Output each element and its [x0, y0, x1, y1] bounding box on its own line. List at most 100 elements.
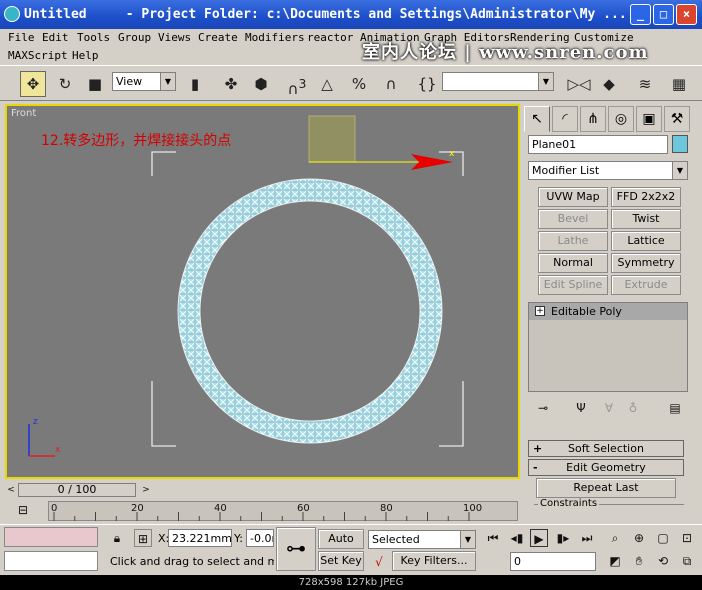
percent-snap-icon[interactable]: % — [346, 71, 372, 97]
menu-create[interactable]: Create — [198, 31, 238, 44]
modify-tab-icon[interactable]: ◜ — [552, 106, 578, 132]
gizmo-plane-handle[interactable] — [308, 115, 356, 163]
menu-edit[interactable]: Edit — [42, 31, 69, 44]
modifier-button-extrude[interactable]: Extrude — [611, 275, 681, 295]
pin-stack-icon[interactable]: ⊸ — [534, 399, 552, 417]
zoom-extents-all-icon[interactable]: ⊡ — [678, 529, 696, 547]
menu-group[interactable]: Group — [118, 31, 151, 44]
lock-selection-icon[interactable]: 🔒︎ — [108, 529, 126, 547]
maximize-viewport-icon[interactable]: ⧉ — [678, 552, 696, 570]
mirror-icon[interactable]: ▷◁ — [566, 71, 592, 97]
zoom-all-icon[interactable]: ⊕ — [630, 529, 648, 547]
maxscript-input[interactable] — [4, 551, 98, 571]
constraints-group: Constraints — [534, 498, 684, 520]
select-manipulate-icon[interactable]: ✤ — [218, 71, 244, 97]
edit-named-selection-icon[interactable]: {} — [414, 71, 440, 97]
y-coord-field[interactable]: -0.0m — [246, 529, 274, 547]
edit-geometry-rollout[interactable]: - Edit Geometry — [528, 459, 684, 476]
pan-icon[interactable]: ✋︎ — [630, 552, 648, 570]
prompt-line: Click and drag to select and move o — [110, 555, 274, 568]
pivot-center-icon[interactable]: ▮ — [182, 71, 208, 97]
align-icon[interactable]: ◆ — [596, 71, 622, 97]
menu-views[interactable]: Views — [158, 31, 191, 44]
track-tick-label: 100 — [463, 503, 482, 514]
arc-rotate-icon[interactable]: ⟲ — [654, 552, 672, 570]
current-frame-field[interactable]: 0 — [510, 552, 596, 571]
close-button[interactable]: × — [676, 4, 697, 25]
modifier-button-bevel[interactable]: Bevel — [538, 209, 608, 229]
field-of-view-icon[interactable]: ◩ — [606, 552, 624, 570]
make-unique-icon[interactable]: ∀ — [600, 399, 618, 417]
curve-editor-icon[interactable]: ▦ — [666, 71, 692, 97]
modifier-button-edit-spline[interactable]: Edit Spline — [538, 275, 608, 295]
select-scale-icon[interactable]: ■ — [82, 71, 108, 97]
previous-frame-icon[interactable]: ◂▮ — [508, 529, 526, 547]
remove-modifier-icon[interactable]: ♁ — [624, 399, 642, 417]
create-tab-icon[interactable]: ↖ — [524, 106, 550, 132]
command-panel: ↖ ◜ ⋔ ◎ ▣ ⚒ Plane01 Modifier List ▼ UVW … — [522, 104, 702, 519]
menu-modifiers[interactable]: Modifiers — [245, 31, 305, 44]
snap-toggle-icon[interactable]: ∩3 — [284, 71, 310, 98]
modifier-button-lattice[interactable]: Lattice — [611, 231, 681, 251]
next-frame-icon[interactable]: ▮▸ — [554, 529, 572, 547]
zoom-icon[interactable]: ⌕ — [606, 529, 624, 547]
time-slider-right-icon[interactable]: > — [137, 481, 155, 499]
display-tab-icon[interactable]: ▣ — [636, 106, 662, 132]
modifier-list-select[interactable]: Modifier List ▼ — [528, 161, 688, 180]
hierarchy-tab-icon[interactable]: ⋔ — [580, 106, 606, 132]
keyboard-shortcut-icon[interactable]: ⬢ — [248, 71, 274, 97]
reference-coord-select[interactable]: View ▼ — [112, 72, 176, 91]
modifier-button-ffd-2x2x2[interactable]: FFD 2x2x2 — [611, 187, 681, 207]
menu-reactor[interactable]: reactor — [307, 31, 353, 44]
minimize-button[interactable]: _ — [630, 4, 651, 25]
show-end-result-icon[interactable]: Ψ — [572, 399, 590, 417]
rollout-plus-icon: + — [533, 442, 543, 455]
layer-manager-icon[interactable]: ≋ — [632, 71, 658, 97]
default-tangent-icon[interactable]: √ — [370, 553, 388, 571]
key-filters-button[interactable]: Key Filters... — [392, 551, 476, 571]
menu-help[interactable]: Help — [72, 49, 99, 62]
spinner-snap-icon[interactable]: ∩ — [378, 71, 404, 97]
maxscript-listener-mini[interactable] — [4, 527, 98, 547]
time-slider[interactable]: 0 / 100 — [18, 483, 136, 497]
absolute-mode-icon[interactable]: ⊞ — [134, 529, 152, 547]
configure-sets-icon[interactable]: ▤ — [666, 399, 684, 417]
front-viewport[interactable]: Front x z x 12.转多边形，并焊接接头的点 — [5, 104, 520, 479]
play-icon[interactable]: ▶ — [530, 529, 548, 547]
object-color-swatch[interactable] — [672, 135, 688, 153]
auto-key-button[interactable]: Auto Key — [318, 529, 364, 563]
go-to-start-icon[interactable]: ⏮︎ — [484, 529, 502, 547]
maximize-button[interactable]: □ — [653, 4, 674, 25]
expand-plus-icon[interactable]: + — [535, 306, 545, 316]
angle-snap-icon[interactable]: △ — [314, 71, 340, 97]
modifier-stack[interactable]: + Editable Poly — [528, 302, 688, 392]
modifier-button-lathe[interactable]: Lathe — [538, 231, 608, 251]
stack-item-editable-poly[interactable]: + Editable Poly — [529, 303, 687, 320]
modifier-button-uvw-map[interactable]: UVW Map — [538, 187, 608, 207]
track-bar[interactable]: 0 20 40 60 80 100 — [48, 501, 518, 521]
soft-selection-rollout[interactable]: + Soft Selection — [528, 440, 684, 457]
menu-maxscript[interactable]: MAXScript — [8, 49, 68, 62]
motion-tab-icon[interactable]: ◎ — [608, 106, 634, 132]
repeat-last-button[interactable]: Repeat Last — [536, 478, 676, 498]
set-key-button[interactable]: Set Key — [318, 551, 364, 571]
ring-mesh-object[interactable] — [178, 179, 442, 443]
x-coord-field[interactable]: 23.221mm — [168, 529, 232, 547]
utilities-tab-icon[interactable]: ⚒ — [664, 106, 690, 132]
app-icon[interactable] — [4, 6, 20, 22]
menu-tools[interactable]: Tools — [77, 31, 110, 44]
track-tick-label: 0 — [51, 503, 57, 514]
select-move-icon[interactable]: ✥ — [20, 71, 46, 97]
track-bar-filter-icon[interactable]: ⊟ — [14, 501, 32, 519]
select-rotate-icon[interactable]: ↻ — [52, 71, 78, 97]
zoom-extents-icon[interactable]: ▢ — [654, 529, 672, 547]
key-selection-set[interactable]: Selected ▼ — [368, 530, 476, 549]
set-key-toggle-icon[interactable]: ⊶ — [276, 527, 316, 571]
named-selection-set[interactable]: ▼ — [442, 72, 554, 91]
menu-file[interactable]: File — [8, 31, 35, 44]
modifier-button-normal[interactable]: Normal — [538, 253, 608, 273]
go-to-end-icon[interactable]: ⏭︎ — [578, 529, 596, 547]
object-name-field[interactable]: Plane01 — [528, 135, 668, 154]
modifier-button-symmetry[interactable]: Symmetry — [611, 253, 681, 273]
modifier-button-twist[interactable]: Twist — [611, 209, 681, 229]
